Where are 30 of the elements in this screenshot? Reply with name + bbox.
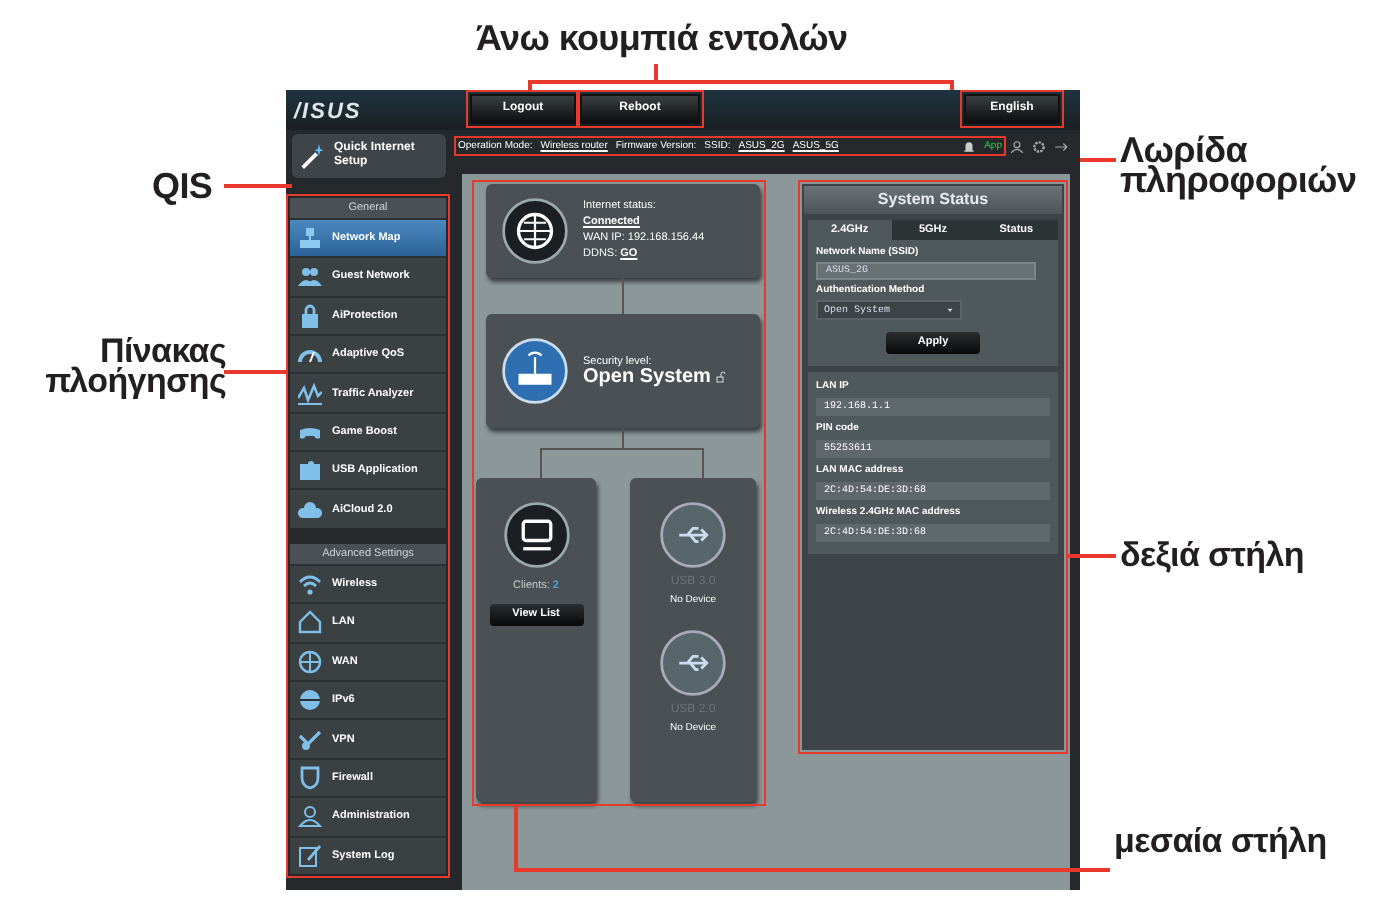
callout-label: μεσαία στήλη xyxy=(1114,828,1329,856)
leader-line xyxy=(1080,158,1116,162)
security-value: Open System xyxy=(583,370,711,387)
lock-icon xyxy=(298,303,322,328)
router-icon xyxy=(501,337,567,404)
leader-line xyxy=(224,184,292,188)
callout-label: Πίνακας πλοήγησης xyxy=(43,336,226,398)
highlight-frame xyxy=(960,89,1064,128)
panel-title: System Status xyxy=(804,185,1062,214)
highlight-frame xyxy=(576,89,704,128)
callout-label: Λωρίδα πληροφοριών xyxy=(1120,136,1359,198)
leader-line xyxy=(224,370,286,374)
callout-label: QIS xyxy=(152,168,213,204)
map-icon xyxy=(298,225,322,250)
wave-icon xyxy=(298,381,322,405)
leader-line xyxy=(1068,554,1116,558)
bell-icon xyxy=(962,139,977,154)
wifi-icon xyxy=(298,572,322,597)
wand-icon xyxy=(298,141,326,170)
shield-icon xyxy=(298,766,322,791)
house-icon xyxy=(298,610,322,635)
highlight-frame xyxy=(466,89,580,128)
person-icon xyxy=(298,804,322,829)
callout-label: δεξιά στήλη xyxy=(1120,538,1304,572)
note-icon xyxy=(298,843,322,868)
logo: /ISUS xyxy=(294,99,364,124)
cloud-icon xyxy=(298,497,322,522)
unlock-icon xyxy=(716,370,729,385)
monitor-icon xyxy=(503,501,569,568)
callout-label: Άνω κουμπιά εντολών xyxy=(476,20,848,56)
